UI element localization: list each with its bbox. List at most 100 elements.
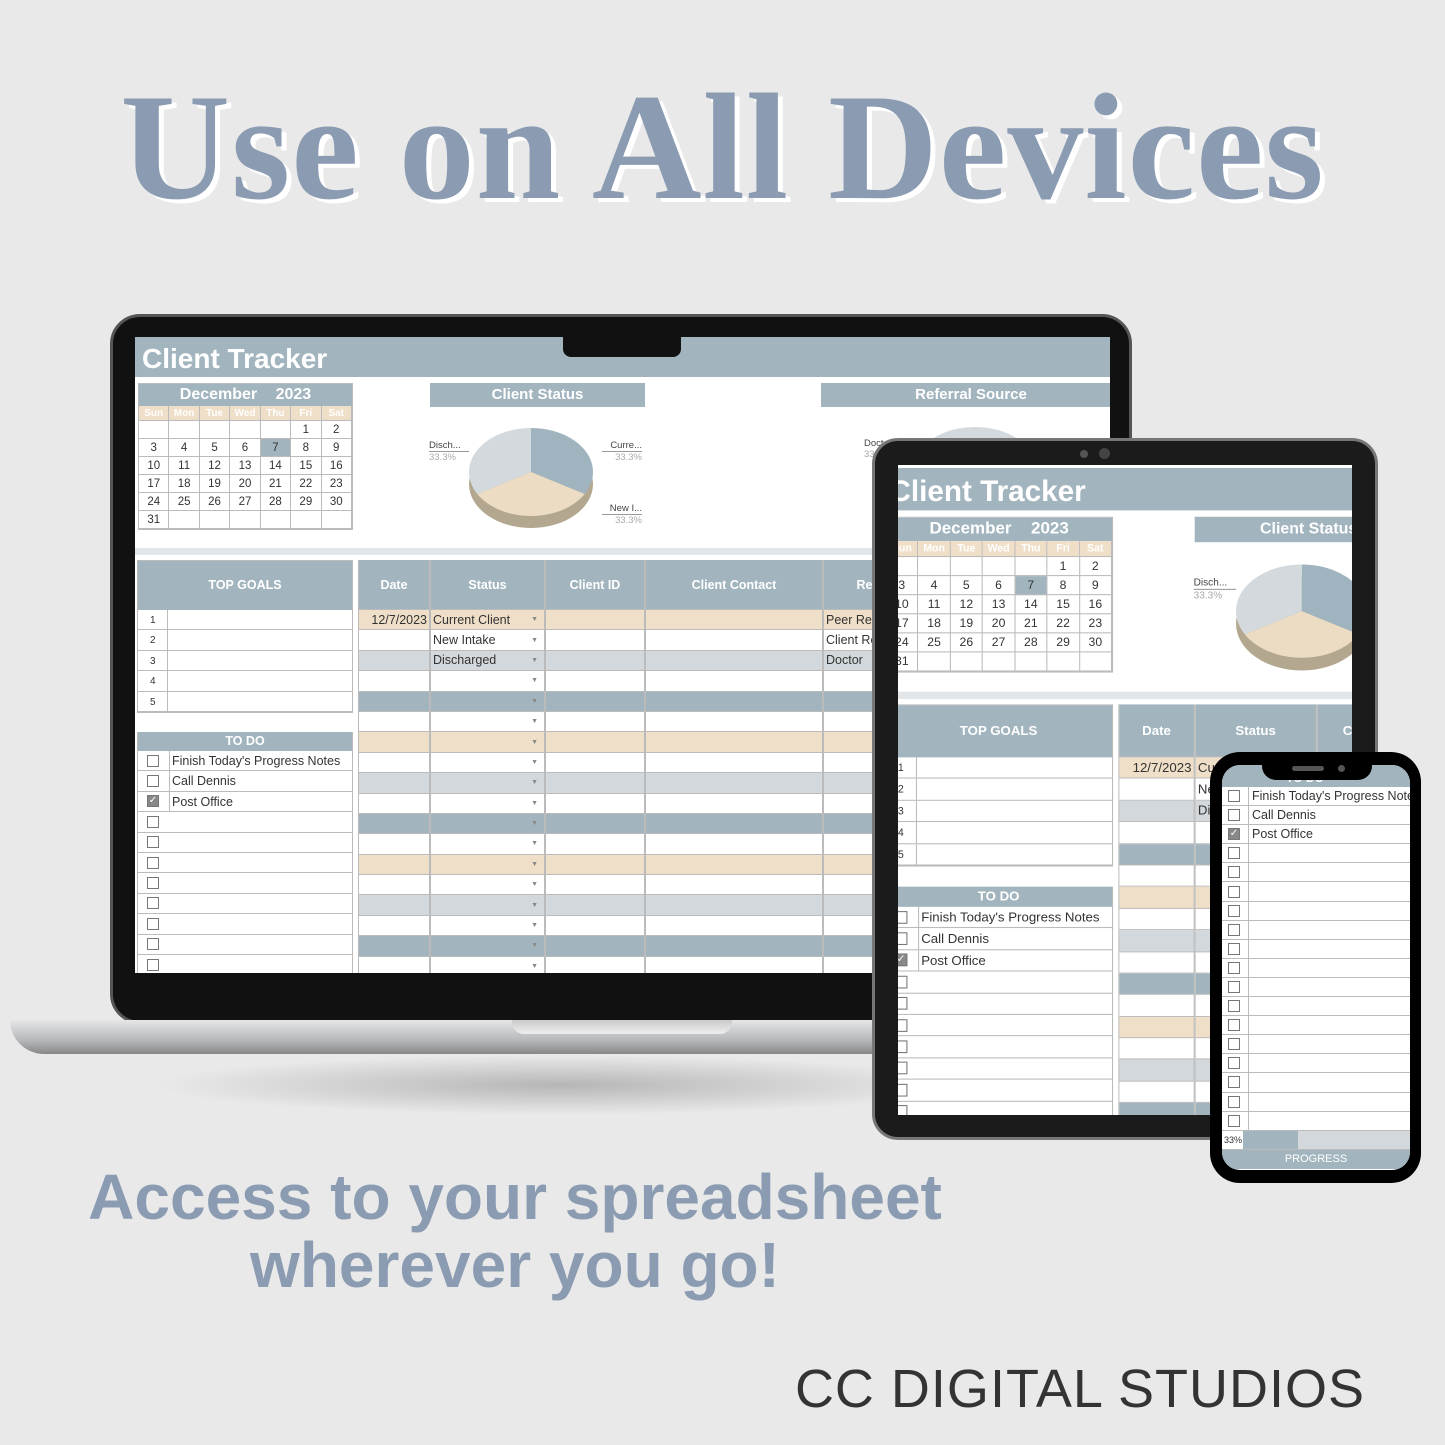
- calendar-day[interactable]: 3: [898, 576, 919, 596]
- dropdown-arrow-icon[interactable]: ▼: [531, 698, 538, 705]
- table-cell[interactable]: [359, 671, 430, 692]
- table-cell[interactable]: ▼: [431, 773, 545, 794]
- calendar-day[interactable]: 30: [1079, 633, 1112, 653]
- calendar-day[interactable]: 2: [1079, 557, 1112, 577]
- table-cell[interactable]: [546, 691, 645, 712]
- table-cell[interactable]: ▼: [431, 732, 545, 753]
- column-header-status[interactable]: Status: [431, 560, 545, 610]
- calendar-day[interactable]: 11: [169, 457, 200, 475]
- calendar-day[interactable]: 23: [321, 475, 352, 493]
- table-cell[interactable]: ▼: [431, 936, 545, 957]
- table-cell[interactable]: ▼: [431, 671, 545, 692]
- table-cell[interactable]: [546, 732, 645, 753]
- calendar-day[interactable]: 31: [898, 652, 919, 672]
- calendar-day[interactable]: 30: [321, 493, 352, 511]
- calendar-day[interactable]: 25: [918, 633, 951, 653]
- calendar-today[interactable]: 7: [260, 439, 292, 457]
- calendar-day[interactable]: 26: [950, 633, 983, 653]
- todo-item[interactable]: [1222, 844, 1410, 864]
- dropdown-arrow-icon[interactable]: ▼: [531, 881, 538, 888]
- checkbox[interactable]: [898, 1105, 908, 1115]
- table-cell[interactable]: [1119, 908, 1195, 931]
- todo-item[interactable]: [138, 955, 352, 973]
- table-cell[interactable]: [359, 732, 430, 753]
- table-cell[interactable]: [1119, 1016, 1195, 1039]
- calendar-day[interactable]: 4: [918, 576, 951, 596]
- todo-item[interactable]: [138, 935, 352, 955]
- table-cell[interactable]: [646, 813, 823, 835]
- calendar-day[interactable]: 31: [139, 511, 170, 529]
- calendar-day[interactable]: 17: [139, 475, 170, 493]
- calendar-day[interactable]: 20: [982, 614, 1016, 634]
- calendar-day[interactable]: 18: [169, 475, 200, 493]
- table-cell[interactable]: [1119, 843, 1195, 866]
- todo-item[interactable]: Call Dennis: [898, 928, 1113, 951]
- table-cell[interactable]: [1119, 951, 1195, 974]
- checkbox[interactable]: [1228, 1114, 1240, 1127]
- todo-item[interactable]: [898, 1015, 1113, 1037]
- todo-item[interactable]: [138, 812, 352, 833]
- calendar-day[interactable]: 10: [139, 457, 170, 475]
- calendar-day[interactable]: 1: [291, 421, 322, 439]
- calendar-day[interactable]: 22: [1047, 614, 1080, 634]
- todo-item[interactable]: [898, 1080, 1113, 1102]
- checkbox[interactable]: [1228, 1095, 1240, 1108]
- table-cell[interactable]: [646, 915, 823, 937]
- dropdown-arrow-icon[interactable]: ▼: [531, 840, 538, 847]
- checkbox[interactable]: [1228, 1057, 1240, 1070]
- dropdown-arrow-icon[interactable]: ▼: [531, 718, 538, 725]
- table-cell[interactable]: [1119, 822, 1195, 844]
- checkbox[interactable]: [898, 975, 908, 989]
- table-cell[interactable]: [546, 752, 645, 774]
- checkbox[interactable]: [898, 997, 908, 1010]
- table-cell[interactable]: [646, 895, 823, 916]
- dropdown-arrow-icon[interactable]: ▼: [531, 779, 538, 786]
- table-cell[interactable]: [546, 915, 645, 937]
- checkbox-checked[interactable]: ✓: [147, 795, 159, 808]
- table-cell[interactable]: [546, 793, 645, 814]
- goal-row[interactable]: 2: [138, 630, 352, 651]
- goal-row[interactable]: 5: [138, 691, 352, 712]
- todo-item[interactable]: [1222, 1035, 1410, 1055]
- table-cell[interactable]: [1119, 1038, 1195, 1060]
- todo-item[interactable]: [138, 873, 352, 894]
- todo-item[interactable]: [1222, 977, 1410, 998]
- table-cell[interactable]: [646, 834, 823, 855]
- column-header-status[interactable]: Status: [1195, 704, 1317, 758]
- table-cell[interactable]: [546, 610, 645, 631]
- table-cell[interactable]: [546, 895, 645, 916]
- checkbox[interactable]: [147, 836, 159, 849]
- calendar-day[interactable]: 21: [260, 475, 292, 493]
- todo-item[interactable]: [1222, 863, 1410, 883]
- table-cell[interactable]: [646, 691, 823, 712]
- table-cell[interactable]: [1119, 995, 1195, 1017]
- table-cell[interactable]: [359, 854, 430, 876]
- calendar-day[interactable]: 28: [260, 493, 292, 511]
- table-cell[interactable]: 12/7/2023: [1119, 757, 1195, 779]
- table-cell[interactable]: [546, 834, 645, 855]
- todo-item[interactable]: [1222, 1111, 1410, 1131]
- checkbox[interactable]: [1228, 1019, 1240, 1032]
- dropdown-arrow-icon[interactable]: ▼: [531, 820, 538, 827]
- checkbox[interactable]: [898, 1018, 908, 1032]
- table-cell[interactable]: [646, 630, 823, 651]
- calendar-day[interactable]: 6: [982, 576, 1016, 596]
- table-cell[interactable]: [546, 813, 645, 835]
- dropdown-arrow-icon[interactable]: ▼: [531, 677, 538, 684]
- checkbox[interactable]: [1228, 961, 1240, 974]
- dropdown-arrow-icon[interactable]: ▼: [531, 739, 538, 746]
- dropdown-arrow-icon[interactable]: ▼: [531, 942, 538, 949]
- table-cell[interactable]: [359, 793, 430, 814]
- table-cell[interactable]: [359, 752, 430, 774]
- table-cell[interactable]: [1119, 800, 1195, 823]
- calendar-day[interactable]: 3: [139, 439, 170, 457]
- calendar-day[interactable]: 13: [230, 457, 261, 475]
- dropdown-arrow-icon[interactable]: ▼: [531, 922, 538, 929]
- calendar-day[interactable]: 24: [898, 633, 919, 653]
- todo-item[interactable]: [1222, 958, 1410, 978]
- table-cell[interactable]: [359, 773, 430, 794]
- column-header-client-id[interactable]: Client ID: [1317, 704, 1352, 758]
- column-header-date[interactable]: Date: [1119, 704, 1195, 758]
- calendar-day[interactable]: 15: [291, 457, 322, 475]
- dropdown-arrow-icon[interactable]: ▼: [531, 616, 538, 623]
